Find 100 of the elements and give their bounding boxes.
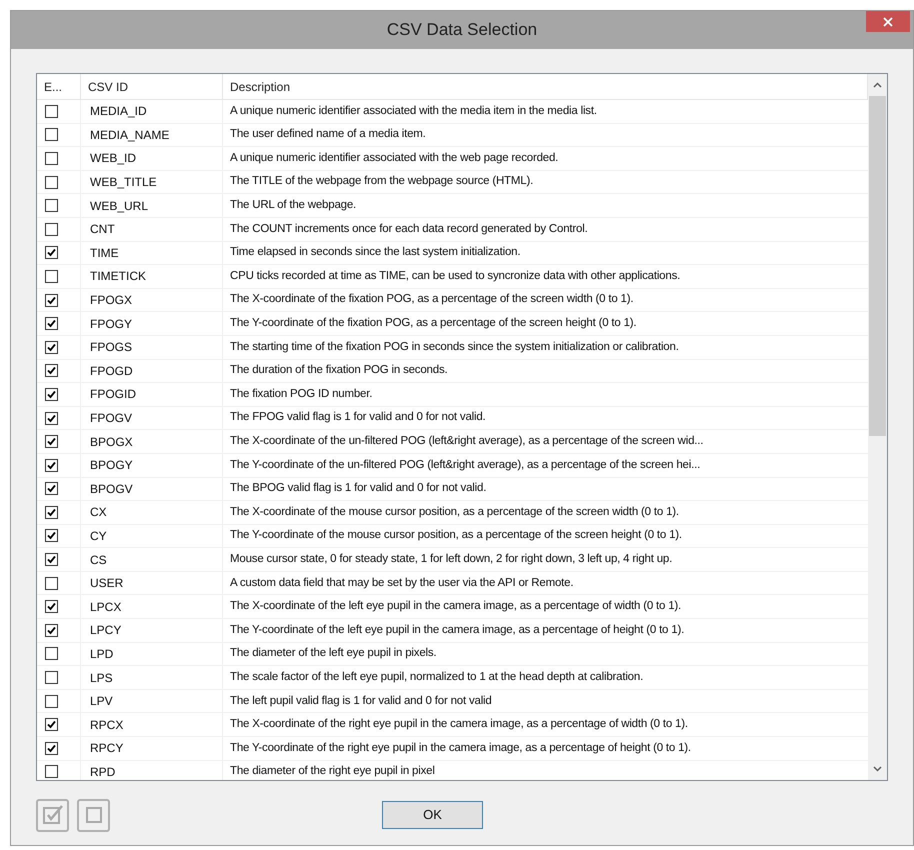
checkbox[interactable] <box>45 152 58 165</box>
ok-button[interactable]: OK <box>382 801 483 829</box>
checkbox[interactable] <box>45 246 58 260</box>
table-cell-text: The TITLE of the webpage from the webpage source (HTML). <box>229 174 534 190</box>
table-cell: FPOGX <box>81 288 223 312</box>
table-cell-text: The diameter of the left eye pupil in pixels. <box>229 646 438 662</box>
checkbox[interactable] <box>45 553 58 566</box>
table-cell-text: The X-coordinate of the un-filtered POG (left&right average), as a percentage of the screen wid... <box>229 434 704 449</box>
checkbox[interactable] <box>45 506 58 519</box>
checkbox[interactable] <box>45 576 58 590</box>
table-cell-text: The X-coordinate of the fixation POG, as a percentage of the screen width (0 to 1). <box>229 292 634 308</box>
checkbox[interactable] <box>45 270 58 283</box>
table-cell-text: The X-coordinate of the mouse cursor position, as a percentage of the screen width (0 to 1). <box>229 504 680 520</box>
checkbox[interactable] <box>45 482 58 496</box>
table-cell: CS <box>81 548 223 571</box>
check-icon <box>47 460 56 470</box>
checkbox[interactable] <box>45 435 58 448</box>
check-icon <box>47 484 56 494</box>
checkbox[interactable] <box>45 199 58 212</box>
check-all-button[interactable] <box>36 798 69 832</box>
checkbox[interactable] <box>45 647 58 660</box>
table-cell-text: The starting time of the fixation POG in seconds since the system initialization or calibration. <box>229 340 680 355</box>
table-cell: WEB_TITLE <box>81 170 223 194</box>
table-cell: LPS <box>81 666 223 689</box>
table-cell: LPCX <box>81 595 223 618</box>
uncheck-all-button[interactable] <box>77 798 110 832</box>
scroll-down-icon[interactable] <box>873 766 882 772</box>
checkbox[interactable] <box>45 294 58 307</box>
table-cell: RPCX <box>81 713 223 736</box>
checkbox[interactable] <box>45 364 58 378</box>
table-cell: CNT <box>81 218 223 241</box>
table-cell-text: Time elapsed in seconds since the last system initialization. <box>229 245 522 260</box>
table-cell-text: The Y-coordinate of the mouse cursor position, as a percentage of the screen height (0 to 1). <box>229 528 683 544</box>
checkbox[interactable] <box>45 340 58 354</box>
checkbox[interactable] <box>45 600 58 614</box>
checkbox[interactable] <box>45 529 58 542</box>
checkbox[interactable] <box>45 718 58 732</box>
column-header[interactable]: CSV ID <box>81 74 223 99</box>
table-cell: FPOGID <box>81 383 223 406</box>
checkbox[interactable] <box>45 458 58 472</box>
table-cell: LPD <box>81 642 223 666</box>
check-icon <box>47 508 56 517</box>
checkbox[interactable] <box>45 624 58 637</box>
checkbox[interactable] <box>45 222 58 236</box>
table-cell-text: The scale factor of the left eye pupil, normalized to 1 at the head depth at calibration. <box>229 670 644 685</box>
table-cell: FPOGY <box>81 312 223 335</box>
table-cell: TIMETICK <box>81 265 223 288</box>
table-cell: MEDIA_ID <box>81 100 223 123</box>
scrollbar[interactable] <box>868 74 887 780</box>
empty-box-icon <box>84 806 102 824</box>
table-cell: FPOGV <box>81 406 223 430</box>
table-cell: WEB_URL <box>81 194 223 217</box>
table-cell-text: The Y-coordinate of the un-filtered POG (left&right average), as a percentage of the screen hei... <box>229 458 702 473</box>
table-cell-text: The user defined name of a media item. <box>229 127 427 142</box>
check-icon <box>47 531 56 540</box>
checkbox[interactable] <box>45 671 58 684</box>
table-cell: WEB_ID <box>81 147 223 170</box>
table-cell-text: The fixation POG ID number. <box>229 386 374 402</box>
check-icon <box>47 390 56 399</box>
table-cell: CX <box>81 501 223 524</box>
table-cell: FPOGD <box>81 360 223 382</box>
checkbox[interactable] <box>45 694 58 708</box>
table-cell-text: The duration of the fixation POG in seconds. <box>229 363 448 378</box>
check-icon <box>47 319 56 328</box>
checkbox[interactable] <box>45 412 58 425</box>
scrollbar-thumb[interactable] <box>869 96 886 436</box>
table-cell: TIME <box>81 242 223 264</box>
scroll-up-icon[interactable] <box>873 82 882 88</box>
check-icon <box>47 602 56 612</box>
table-cell: MEDIA_NAME <box>81 124 223 146</box>
table-cell-text: A unique numeric identifier associated with the web page recorded. <box>229 150 560 166</box>
check-icon <box>47 366 56 376</box>
table-cell-text: The Y-coordinate of the left eye pupil in the camera image, as a percentage of height (0 to 1). <box>229 622 686 638</box>
table-cell: LPV <box>81 690 223 712</box>
checkbox[interactable] <box>45 104 58 118</box>
check-icon <box>47 555 56 564</box>
checkbox[interactable] <box>45 388 58 401</box>
table-cell-text: The X-coordinate of the left eye pupil in the camera image, as a percentage of width (0 to 1). <box>229 599 682 614</box>
check-icon <box>47 626 56 635</box>
table-cell-text: The COUNT increments once for each data record generated by Control. <box>229 222 589 237</box>
checkbox[interactable] <box>45 176 58 189</box>
table-cell: FPOGS <box>81 336 223 359</box>
column-header[interactable]: E... <box>37 74 81 99</box>
table-cell-text: The Y-coordinate of the fixation POG, as a percentage of the screen height (0 to 1). <box>229 316 638 332</box>
check-icon <box>47 296 56 305</box>
table-cell-text: The BPOG valid flag is 1 for valid and 0 for not valid. <box>229 481 488 496</box>
checkbox[interactable] <box>45 742 58 755</box>
checkbox[interactable] <box>45 765 58 778</box>
table-cell-text: A unique numeric identifier associated with the media item in the media list. <box>229 104 598 119</box>
check-icon <box>47 437 56 446</box>
checkbox[interactable] <box>45 317 58 330</box>
table-cell-text: Mouse cursor state, 0 for steady state, 1 for left down, 2 for right down, 3 left up, 4 right up. <box>229 552 674 567</box>
check-icon <box>47 720 56 730</box>
checked-box-icon <box>42 804 64 826</box>
checkbox[interactable] <box>45 128 58 142</box>
window-title: CSV Data Selection <box>386 19 538 42</box>
table-cell-text: The diameter of the right eye pupil in pixel <box>229 764 436 780</box>
table-cell-text: The left pupil valid flag is 1 for valid and 0 for not valid <box>229 694 493 709</box>
close-button[interactable] <box>866 11 910 32</box>
table-cell: USER <box>81 572 223 594</box>
